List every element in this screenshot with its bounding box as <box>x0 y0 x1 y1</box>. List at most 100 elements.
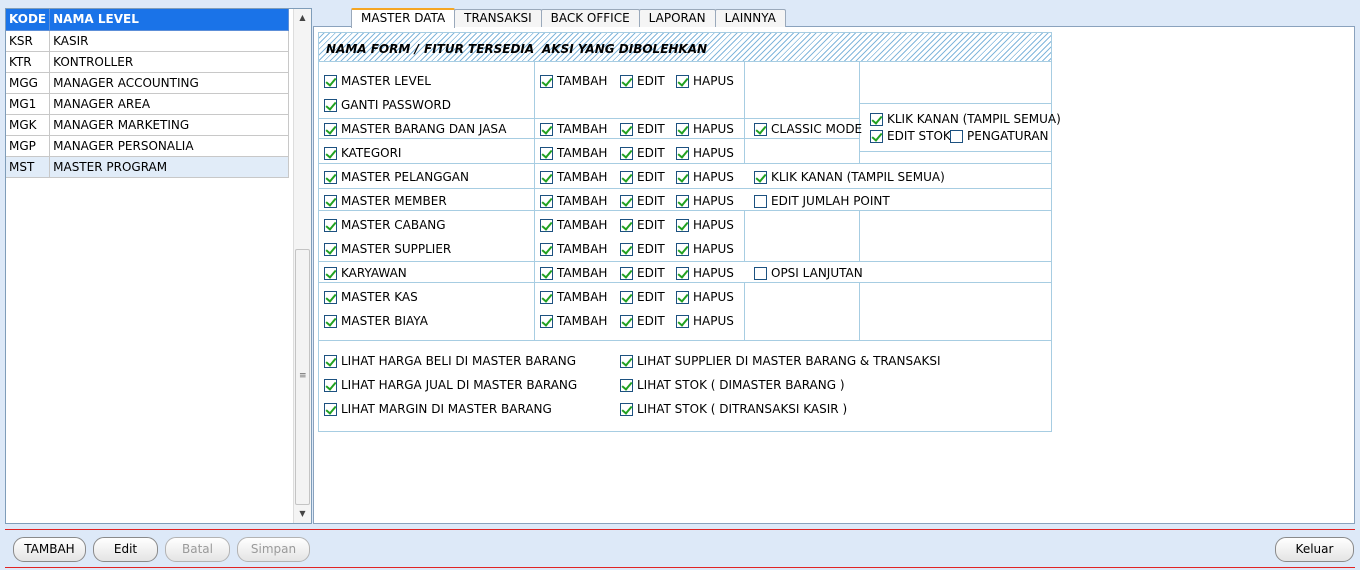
checkbox-opsi-lanjutan[interactable]: OPSI LANJUTAN <box>754 266 863 280</box>
checkbox-icon[interactable] <box>324 74 337 88</box>
checkbox-icon[interactable] <box>540 146 553 160</box>
checkbox-classic-mode[interactable]: CLASSIC MODE <box>754 122 862 136</box>
checkbox-icon[interactable] <box>540 266 553 280</box>
checkbox-icon[interactable] <box>620 242 633 256</box>
checkbox-icon[interactable] <box>324 314 337 328</box>
checkbox-master-kas-tambah[interactable]: TAMBAH <box>540 290 607 304</box>
vertical-scrollbar[interactable]: ▲ ≡ ▼ <box>293 9 311 523</box>
checkbox-icon[interactable] <box>540 218 553 232</box>
checkbox-icon[interactable] <box>620 402 633 416</box>
column-header-kode[interactable]: KODE <box>6 9 51 31</box>
checkbox-master-supplier[interactable]: MASTER SUPPLIER <box>324 242 451 256</box>
checkbox-master-kas-hapus[interactable]: HAPUS <box>676 290 734 304</box>
checkbox-edit-jumlah-point[interactable]: EDIT JUMLAH POINT <box>754 194 890 208</box>
checkbox-icon[interactable] <box>870 112 883 126</box>
checkbox-icon[interactable] <box>324 354 337 368</box>
checkbox-master-cabang-hapus[interactable]: HAPUS <box>676 218 734 232</box>
table-row[interactable]: MGK MANAGER MARKETING <box>6 114 289 136</box>
tab-laporan[interactable]: LAPORAN <box>638 9 716 27</box>
checkbox-icon[interactable] <box>540 74 553 88</box>
checkbox-edit-stok[interactable]: EDIT STOK <box>870 129 951 143</box>
checkbox-icon[interactable] <box>540 290 553 304</box>
checkbox-lihat-margin[interactable]: LIHAT MARGIN DI MASTER BARANG <box>324 402 552 416</box>
checkbox-master-barang-hapus[interactable]: HAPUS <box>676 122 734 136</box>
checkbox-icon[interactable] <box>620 290 633 304</box>
checkbox-master-cabang-edit[interactable]: EDIT <box>620 218 665 232</box>
checkbox-karyawan[interactable]: KARYAWAN <box>324 266 407 280</box>
checkbox-icon[interactable] <box>620 122 633 136</box>
checkbox-lihat-supplier[interactable]: LIHAT SUPPLIER DI MASTER BARANG & TRANSA… <box>620 354 941 368</box>
checkbox-icon[interactable] <box>620 194 633 208</box>
checkbox-icon[interactable] <box>324 122 337 136</box>
checkbox-icon[interactable] <box>620 378 633 392</box>
level-list-panel[interactable]: KODE NAMA LEVEL KSR KASIR KTR KONTROLLER MGG… <box>5 8 312 524</box>
checkbox-icon[interactable] <box>324 290 337 304</box>
checkbox-karyawan-tambah[interactable]: TAMBAH <box>540 266 607 280</box>
checkbox-ganti-password[interactable]: GANTI PASSWORD <box>324 98 451 112</box>
checkbox-icon[interactable] <box>620 74 633 88</box>
table-row[interactable]: MGG MANAGER ACCOUNTING <box>6 72 289 94</box>
checkbox-icon[interactable] <box>324 170 337 184</box>
simpan-button[interactable]: Simpan <box>237 537 310 562</box>
checkbox-master-member-tambah[interactable]: TAMBAH <box>540 194 607 208</box>
checkbox-kategori-edit[interactable]: EDIT <box>620 146 665 160</box>
checkbox-icon[interactable] <box>754 170 767 184</box>
keluar-button[interactable]: Keluar <box>1275 537 1354 562</box>
checkbox-master-level[interactable]: MASTER LEVEL <box>324 74 431 88</box>
checkbox-icon[interactable] <box>676 122 689 136</box>
checkbox-master-biaya-tambah[interactable]: TAMBAH <box>540 314 607 328</box>
checkbox-master-cabang-tambah[interactable]: TAMBAH <box>540 218 607 232</box>
checkbox-icon[interactable] <box>324 266 337 280</box>
checkbox-master-supplier-edit[interactable]: EDIT <box>620 242 665 256</box>
checkbox-icon[interactable] <box>950 129 963 143</box>
checkbox-icon[interactable] <box>870 129 883 143</box>
checkbox-master-supplier-hapus[interactable]: HAPUS <box>676 242 734 256</box>
checkbox-icon[interactable] <box>620 170 633 184</box>
checkbox-icon[interactable] <box>540 122 553 136</box>
checkbox-master-biaya[interactable]: MASTER BIAYA <box>324 314 428 328</box>
checkbox-icon[interactable] <box>620 218 633 232</box>
edit-button[interactable]: Edit <box>93 537 158 562</box>
scroll-thumb[interactable]: ≡ <box>295 249 310 505</box>
checkbox-master-member-edit[interactable]: EDIT <box>620 194 665 208</box>
checkbox-master-barang-tambah[interactable]: TAMBAH <box>540 122 607 136</box>
table-row[interactable]: KTR KONTROLLER <box>6 51 289 73</box>
checkbox-klik-kanan-pelanggan[interactable]: KLIK KANAN (TAMPIL SEMUA) <box>754 170 945 184</box>
checkbox-karyawan-edit[interactable]: EDIT <box>620 266 665 280</box>
table-row[interactable]: KSR KASIR <box>6 30 289 52</box>
checkbox-icon[interactable] <box>540 170 553 184</box>
checkbox-kategori-hapus[interactable]: HAPUS <box>676 146 734 160</box>
scroll-down-arrow-icon[interactable]: ▼ <box>295 506 310 522</box>
checkbox-icon[interactable] <box>676 146 689 160</box>
checkbox-karyawan-hapus[interactable]: HAPUS <box>676 266 734 280</box>
checkbox-icon[interactable] <box>676 314 689 328</box>
checkbox-icon[interactable] <box>540 194 553 208</box>
checkbox-icon[interactable] <box>754 266 767 280</box>
tab-transaksi[interactable]: TRANSAKSI <box>454 9 542 27</box>
checkbox-icon[interactable] <box>324 218 337 232</box>
checkbox-pengaturan[interactable]: PENGATURAN <box>950 129 1049 143</box>
checkbox-icon[interactable] <box>676 290 689 304</box>
checkbox-icon[interactable] <box>620 314 633 328</box>
table-row[interactable]: MST MASTER PROGRAM <box>6 156 289 178</box>
checkbox-master-pelanggan-edit[interactable]: EDIT <box>620 170 665 184</box>
checkbox-icon[interactable] <box>676 74 689 88</box>
checkbox-icon[interactable] <box>676 218 689 232</box>
scroll-up-arrow-icon[interactable]: ▲ <box>295 10 310 26</box>
checkbox-icon[interactable] <box>324 146 337 160</box>
checkbox-klik-kanan-barang[interactable]: KLIK KANAN (TAMPIL SEMUA) <box>870 112 1061 126</box>
checkbox-icon[interactable] <box>754 194 767 208</box>
checkbox-icon[interactable] <box>324 98 337 112</box>
checkbox-master-level-edit[interactable]: EDIT <box>620 74 665 88</box>
checkbox-icon[interactable] <box>324 402 337 416</box>
checkbox-icon[interactable] <box>620 266 633 280</box>
checkbox-icon[interactable] <box>676 242 689 256</box>
checkbox-master-barang[interactable]: MASTER BARANG DAN JASA <box>324 122 506 136</box>
checkbox-icon[interactable] <box>620 354 633 368</box>
checkbox-icon[interactable] <box>324 378 337 392</box>
table-row[interactable]: MGP MANAGER PERSONALIA <box>6 135 289 157</box>
checkbox-lihat-harga-beli[interactable]: LIHAT HARGA BELI DI MASTER BARANG <box>324 354 576 368</box>
tab-master-data[interactable]: MASTER DATA <box>351 8 456 28</box>
batal-button[interactable]: Batal <box>165 537 230 562</box>
checkbox-master-member[interactable]: MASTER MEMBER <box>324 194 447 208</box>
